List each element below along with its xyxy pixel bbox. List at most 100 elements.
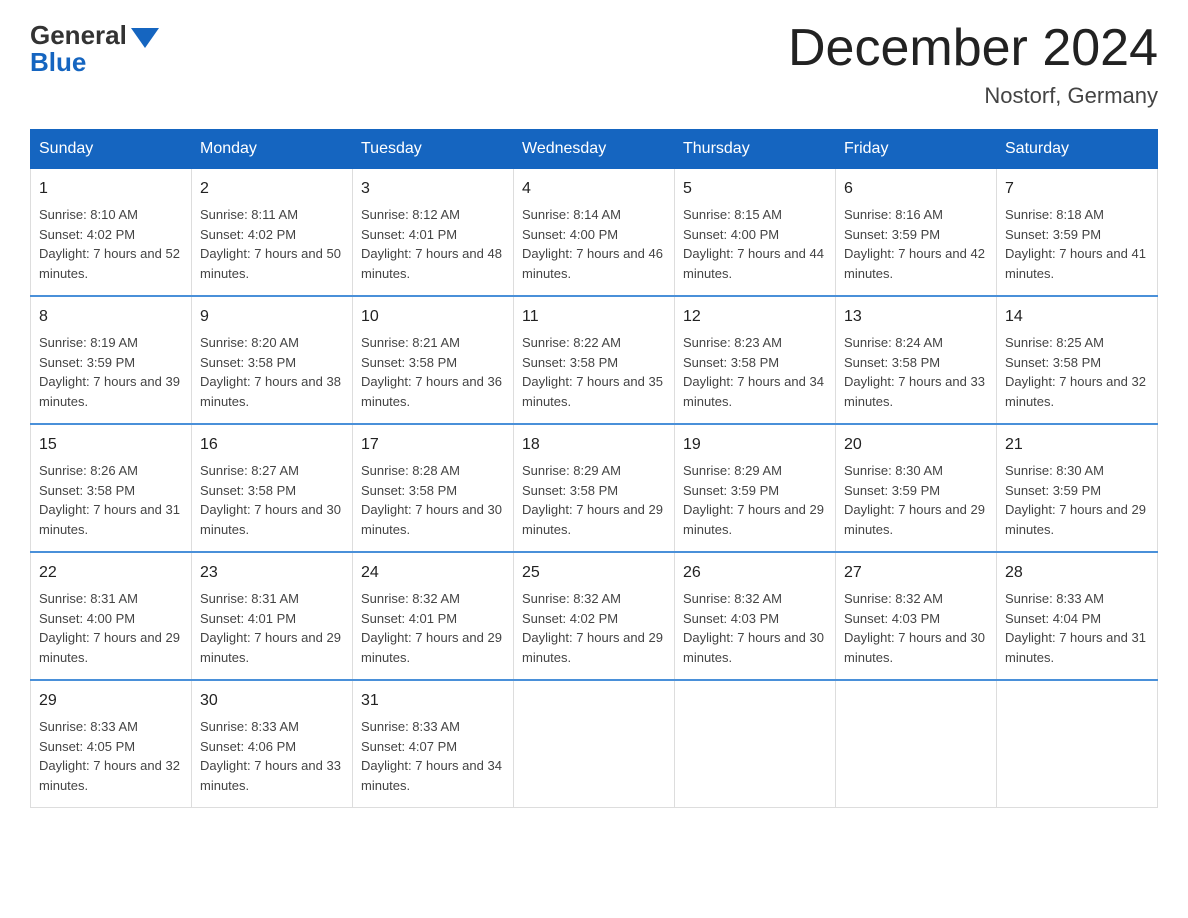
weekday-header-saturday: Saturday [997, 130, 1158, 169]
day-info: Sunrise: 8:12 AMSunset: 4:01 PMDaylight:… [361, 207, 502, 281]
weekday-header-tuesday: Tuesday [353, 130, 514, 169]
page-header: General Blue December 2024 Nostorf, Germ… [30, 20, 1158, 109]
day-info: Sunrise: 8:33 AMSunset: 4:05 PMDaylight:… [39, 719, 180, 793]
day-number: 30 [200, 689, 344, 713]
calendar-cell: 13 Sunrise: 8:24 AMSunset: 3:58 PMDayligh… [836, 296, 997, 424]
day-number: 5 [683, 177, 827, 201]
day-number: 7 [1005, 177, 1149, 201]
day-info: Sunrise: 8:25 AMSunset: 3:58 PMDaylight:… [1005, 335, 1146, 409]
day-number: 23 [200, 561, 344, 585]
day-info: Sunrise: 8:20 AMSunset: 3:58 PMDaylight:… [200, 335, 341, 409]
day-info: Sunrise: 8:33 AMSunset: 4:07 PMDaylight:… [361, 719, 502, 793]
calendar-cell: 23 Sunrise: 8:31 AMSunset: 4:01 PMDayligh… [192, 552, 353, 680]
weekday-row: SundayMondayTuesdayWednesdayThursdayFrid… [31, 130, 1158, 169]
day-info: Sunrise: 8:18 AMSunset: 3:59 PMDaylight:… [1005, 207, 1146, 281]
calendar-body: 1 Sunrise: 8:10 AMSunset: 4:02 PMDaylight… [31, 169, 1158, 808]
day-number: 21 [1005, 433, 1149, 457]
calendar-cell: 2 Sunrise: 8:11 AMSunset: 4:02 PMDaylight… [192, 169, 353, 297]
day-info: Sunrise: 8:10 AMSunset: 4:02 PMDaylight:… [39, 207, 180, 281]
calendar-cell: 3 Sunrise: 8:12 AMSunset: 4:01 PMDaylight… [353, 169, 514, 297]
calendar-cell: 30 Sunrise: 8:33 AMSunset: 4:06 PMDayligh… [192, 680, 353, 808]
calendar-cell: 26 Sunrise: 8:32 AMSunset: 4:03 PMDayligh… [675, 552, 836, 680]
day-info: Sunrise: 8:14 AMSunset: 4:00 PMDaylight:… [522, 207, 663, 281]
calendar-cell: 6 Sunrise: 8:16 AMSunset: 3:59 PMDaylight… [836, 169, 997, 297]
calendar-week-row: 15Sunrise: 8:26 AMSunset: 3:58 PMDayligh… [31, 424, 1158, 552]
day-number: 11 [522, 305, 666, 329]
day-number: 29 [39, 689, 183, 713]
day-number: 31 [361, 689, 505, 713]
calendar-week-row: 22Sunrise: 8:31 AMSunset: 4:00 PMDayligh… [31, 552, 1158, 680]
calendar-cell: 4 Sunrise: 8:14 AMSunset: 4:00 PMDaylight… [514, 169, 675, 297]
calendar-week-row: 8Sunrise: 8:19 AMSunset: 3:59 PMDaylight… [31, 296, 1158, 424]
day-number: 17 [361, 433, 505, 457]
calendar-cell: 25Sunrise: 8:32 AMSunset: 4:02 PMDayligh… [514, 552, 675, 680]
day-number: 12 [683, 305, 827, 329]
calendar-cell: 28 Sunrise: 8:33 AMSunset: 4:04 PMDayligh… [997, 552, 1158, 680]
weekday-header-sunday: Sunday [31, 130, 192, 169]
calendar-cell: 24 Sunrise: 8:32 AMSunset: 4:01 PMDayligh… [353, 552, 514, 680]
day-info: Sunrise: 8:28 AMSunset: 3:58 PMDaylight:… [361, 463, 502, 537]
day-info: Sunrise: 8:29 AMSunset: 3:58 PMDaylight:… [522, 463, 663, 537]
day-number: 19 [683, 433, 827, 457]
day-number: 26 [683, 561, 827, 585]
calendar-cell: 16Sunrise: 8:27 AMSunset: 3:58 PMDayligh… [192, 424, 353, 552]
day-info: Sunrise: 8:31 AMSunset: 4:01 PMDaylight:… [200, 591, 341, 665]
day-info: Sunrise: 8:24 AMSunset: 3:58 PMDaylight:… [844, 335, 985, 409]
page-title: December 2024 [788, 20, 1158, 77]
day-info: Sunrise: 8:30 AMSunset: 3:59 PMDaylight:… [1005, 463, 1146, 537]
day-info: Sunrise: 8:32 AMSunset: 4:03 PMDaylight:… [844, 591, 985, 665]
title-block: December 2024 Nostorf, Germany [788, 20, 1158, 109]
calendar-cell: 12Sunrise: 8:23 AMSunset: 3:58 PMDayligh… [675, 296, 836, 424]
day-number: 20 [844, 433, 988, 457]
calendar-cell: 7 Sunrise: 8:18 AMSunset: 3:59 PMDaylight… [997, 169, 1158, 297]
day-number: 3 [361, 177, 505, 201]
day-number: 1 [39, 177, 183, 201]
day-number: 4 [522, 177, 666, 201]
weekday-header-wednesday: Wednesday [514, 130, 675, 169]
day-info: Sunrise: 8:15 AMSunset: 4:00 PMDaylight:… [683, 207, 824, 281]
day-number: 6 [844, 177, 988, 201]
calendar-cell: 15Sunrise: 8:26 AMSunset: 3:58 PMDayligh… [31, 424, 192, 552]
day-info: Sunrise: 8:19 AMSunset: 3:59 PMDaylight:… [39, 335, 180, 409]
day-info: Sunrise: 8:11 AMSunset: 4:02 PMDaylight:… [200, 207, 341, 281]
calendar-cell [514, 680, 675, 808]
day-info: Sunrise: 8:32 AMSunset: 4:03 PMDaylight:… [683, 591, 824, 665]
day-info: Sunrise: 8:16 AMSunset: 3:59 PMDaylight:… [844, 207, 985, 281]
calendar-cell: 17 Sunrise: 8:28 AMSunset: 3:58 PMDayligh… [353, 424, 514, 552]
logo-triangle-icon [131, 28, 159, 48]
day-number: 18 [522, 433, 666, 457]
page-subtitle: Nostorf, Germany [788, 83, 1158, 109]
calendar-cell: 20Sunrise: 8:30 AMSunset: 3:59 PMDayligh… [836, 424, 997, 552]
day-info: Sunrise: 8:21 AMSunset: 3:58 PMDaylight:… [361, 335, 502, 409]
day-number: 10 [361, 305, 505, 329]
calendar-cell: 11Sunrise: 8:22 AMSunset: 3:58 PMDayligh… [514, 296, 675, 424]
calendar-cell: 21 Sunrise: 8:30 AMSunset: 3:59 PMDayligh… [997, 424, 1158, 552]
calendar-cell [675, 680, 836, 808]
weekday-header-thursday: Thursday [675, 130, 836, 169]
day-number: 16 [200, 433, 344, 457]
calendar-cell: 27Sunrise: 8:32 AMSunset: 4:03 PMDayligh… [836, 552, 997, 680]
day-info: Sunrise: 8:33 AMSunset: 4:06 PMDaylight:… [200, 719, 341, 793]
calendar-cell [997, 680, 1158, 808]
day-number: 25 [522, 561, 666, 585]
day-number: 28 [1005, 561, 1149, 585]
calendar-cell: 18 Sunrise: 8:29 AMSunset: 3:58 PMDayligh… [514, 424, 675, 552]
day-info: Sunrise: 8:29 AMSunset: 3:59 PMDaylight:… [683, 463, 824, 537]
day-info: Sunrise: 8:32 AMSunset: 4:01 PMDaylight:… [361, 591, 502, 665]
calendar-cell: 29 Sunrise: 8:33 AMSunset: 4:05 PMDayligh… [31, 680, 192, 808]
calendar-cell: 5 Sunrise: 8:15 AMSunset: 4:00 PMDaylight… [675, 169, 836, 297]
calendar-cell: 19 Sunrise: 8:29 AMSunset: 3:59 PMDayligh… [675, 424, 836, 552]
calendar-week-row: 29 Sunrise: 8:33 AMSunset: 4:05 PMDayligh… [31, 680, 1158, 808]
calendar-week-row: 1 Sunrise: 8:10 AMSunset: 4:02 PMDaylight… [31, 169, 1158, 297]
day-info: Sunrise: 8:26 AMSunset: 3:58 PMDaylight:… [39, 463, 180, 537]
calendar-cell: 14Sunrise: 8:25 AMSunset: 3:58 PMDayligh… [997, 296, 1158, 424]
weekday-header-friday: Friday [836, 130, 997, 169]
day-number: 24 [361, 561, 505, 585]
day-number: 2 [200, 177, 344, 201]
calendar-cell: 8Sunrise: 8:19 AMSunset: 3:59 PMDaylight… [31, 296, 192, 424]
day-number: 13 [844, 305, 988, 329]
day-info: Sunrise: 8:33 AMSunset: 4:04 PMDaylight:… [1005, 591, 1146, 665]
calendar-table: SundayMondayTuesdayWednesdayThursdayFrid… [30, 129, 1158, 808]
calendar-cell [836, 680, 997, 808]
weekday-header-monday: Monday [192, 130, 353, 169]
